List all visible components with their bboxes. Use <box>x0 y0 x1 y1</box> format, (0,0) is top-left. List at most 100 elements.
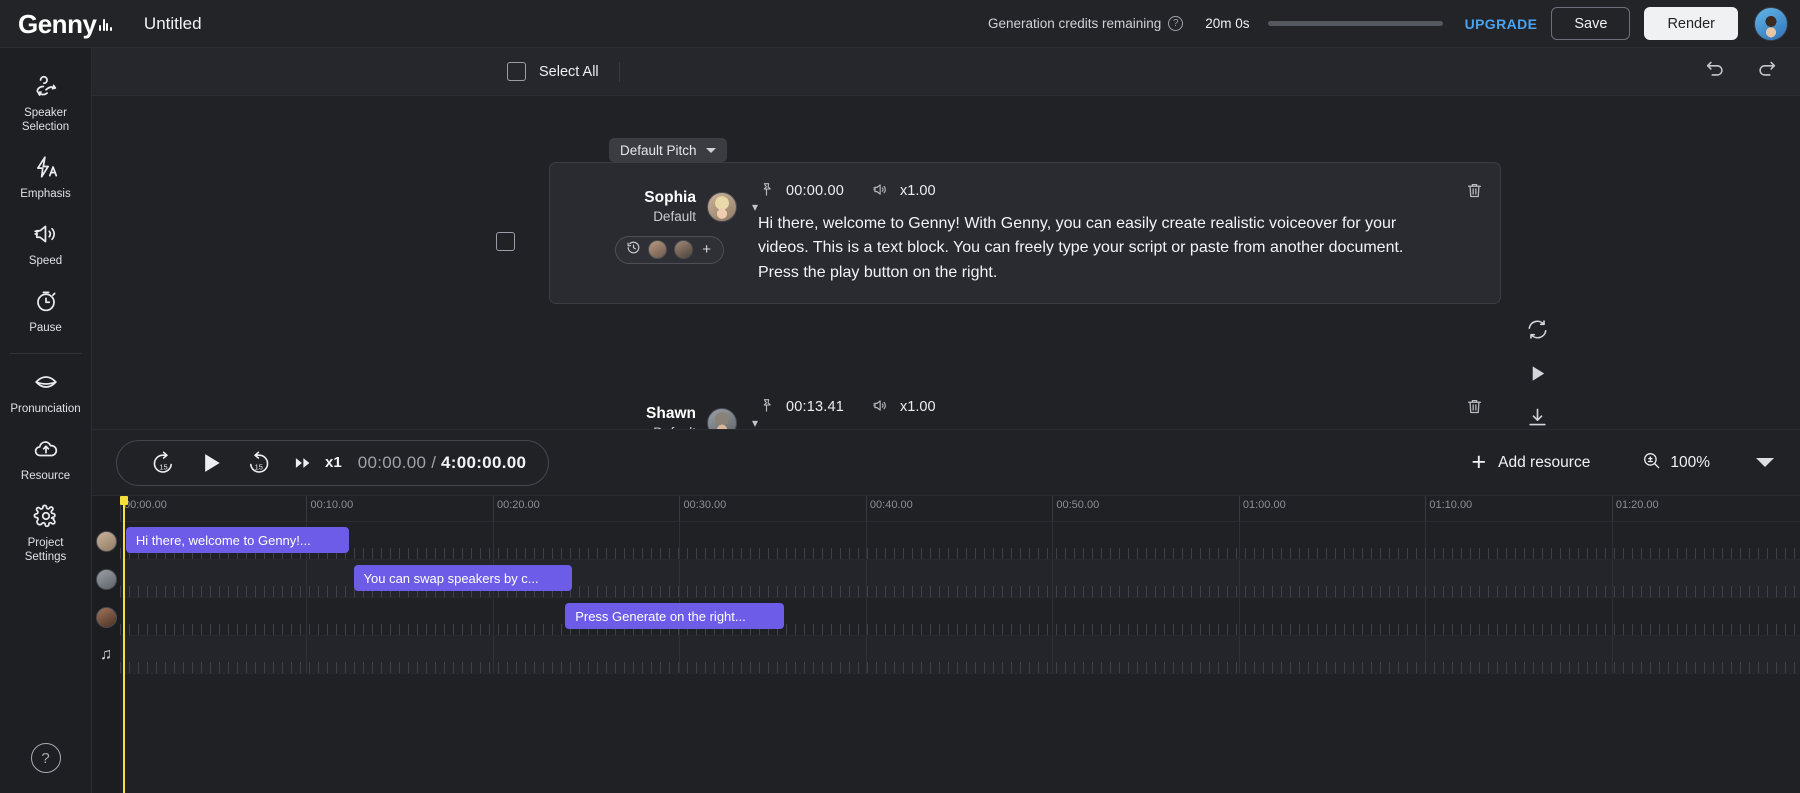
upgrade-link[interactable]: UPGRADE <box>1465 16 1538 32</box>
project-title[interactable]: Untitled <box>144 14 202 34</box>
track-avatar-row: ♫ <box>92 636 120 674</box>
lips-icon <box>33 369 59 395</box>
rewind-15-icon[interactable]: 15 <box>139 451 187 475</box>
redo-icon[interactable] <box>1756 58 1778 85</box>
block-timestamp: 00:13.41 <box>786 399 844 415</box>
play-button[interactable] <box>187 450 235 476</box>
undo-icon[interactable] <box>1704 58 1726 85</box>
fast-forward-icon[interactable] <box>283 454 323 472</box>
script-toolbar: Select All <box>92 48 1800 96</box>
credits-label: Generation credits remaining <box>988 16 1161 31</box>
volume-icon[interactable] <box>872 181 889 201</box>
sophia-avatar <box>96 531 117 552</box>
block-checkbox[interactable] <box>496 232 515 251</box>
app-body: SpeakerSelection Emphasis Speed <box>0 48 1800 793</box>
speaker-selector[interactable]: Shawn Default ▾ <box>550 379 758 429</box>
sidebar-item-label: Pause <box>29 321 62 335</box>
timeline-track[interactable]: You can swap speakers by c... <box>120 560 1800 598</box>
sidebar-item-emphasis[interactable]: Emphasis <box>0 143 92 210</box>
playback-speed-label[interactable]: x1 <box>325 454 342 471</box>
sidebar-item-speaker-selection[interactable]: SpeakerSelection <box>0 62 92 143</box>
zoom-control[interactable]: 100% <box>1642 451 1710 475</box>
zoom-level: 100% <box>1670 454 1710 472</box>
speaker-main[interactable]: Shawn Default ▾ <box>646 405 758 429</box>
emotion-avatar[interactable] <box>674 240 693 259</box>
audio-wave-icon <box>99 15 112 31</box>
save-button[interactable]: Save <box>1551 7 1630 40</box>
history-icon[interactable] <box>626 240 641 260</box>
timeline-clip[interactable]: Hi there, welcome to Genny!... <box>126 527 349 553</box>
pitch-dropdown-label: Default Pitch <box>620 143 697 158</box>
select-all-checkbox[interactable] <box>507 62 526 81</box>
avatar[interactable] <box>1754 7 1788 41</box>
render-button[interactable]: Render <box>1644 7 1738 40</box>
waveform <box>120 624 1800 635</box>
script-block: Shawn Default ▾ <box>92 366 1800 429</box>
regenerate-icon[interactable] <box>1526 318 1549 346</box>
ruler-tick-label: 00:30.00 <box>679 499 726 511</box>
playhead-knob[interactable] <box>120 496 128 505</box>
delete-block-button[interactable] <box>1465 379 1500 421</box>
block-text[interactable]: You can swap speakers by clicking on the… <box>758 428 1443 429</box>
waveform <box>120 548 1800 559</box>
forward-15-icon[interactable]: 15 <box>235 451 283 475</box>
left-sidebar: SpeakerSelection Emphasis Speed <box>0 48 92 793</box>
timeline-body[interactable]: 00:00.00 00:10.00 00:20.00 00:30.00 00:4… <box>120 496 1800 793</box>
ruler-tick-label: 01:20.00 <box>1612 499 1659 511</box>
sidebar-bottom: ? <box>31 743 61 793</box>
block-text[interactable]: Hi there, welcome to Genny! With Genny, … <box>758 212 1443 285</box>
app-header: Genny Untitled Generation credits remain… <box>0 0 1800 48</box>
pitch-dropdown[interactable]: Default Pitch <box>609 138 727 162</box>
speaker-names: Shawn Default <box>646 405 696 429</box>
speaker-swap-icon <box>33 73 59 99</box>
block-timestamp: 00:00.00 <box>786 183 844 199</box>
timeline-track[interactable]: Hi there, welcome to Genny!... <box>120 522 1800 560</box>
ruler-tick-label: 00:40.00 <box>866 499 913 511</box>
delete-block-button[interactable] <box>1465 163 1500 205</box>
sidebar-item-speed[interactable]: Speed <box>0 210 92 277</box>
timeline-ruler[interactable]: 00:00.00 00:10.00 00:20.00 00:30.00 00:4… <box>120 496 1800 522</box>
script-editor: Default Pitch Sophia Default <box>92 96 1800 429</box>
emotion-presets-pill[interactable]: + <box>615 236 724 264</box>
sidebar-item-pronunciation[interactable]: Pronunciation <box>0 358 92 425</box>
speaker-avatar[interactable] <box>707 408 737 429</box>
app-root: Genny Untitled Generation credits remain… <box>0 0 1800 793</box>
timeline-clip[interactable]: Press Generate on the right... <box>565 603 783 629</box>
sidebar-item-resource[interactable]: Resource <box>0 425 92 492</box>
add-emotion-icon[interactable]: + <box>700 242 713 257</box>
sidebar-item-label: Pronunciation <box>10 402 80 416</box>
chevron-down-icon <box>706 148 716 153</box>
speaker-avatar[interactable] <box>707 192 737 222</box>
block-meta: 00:13.41 x1.00 <box>758 397 1443 417</box>
question-mark-icon[interactable]: ? <box>1168 16 1183 31</box>
add-resource-button[interactable]: + Add resource <box>1472 450 1591 475</box>
select-all-group[interactable]: Select All <box>507 62 599 81</box>
sidebar-item-label: SpeakerSelection <box>22 106 69 134</box>
speaker-selector[interactable]: Sophia Default ▾ <box>550 163 758 264</box>
timeline-track[interactable] <box>120 636 1800 674</box>
zoom-icon <box>1642 451 1661 475</box>
waveform <box>120 662 1800 673</box>
speaker-main[interactable]: Sophia Default ▾ <box>644 189 758 226</box>
time-separator: / <box>431 453 436 473</box>
undo-redo-group <box>1704 58 1778 85</box>
emotion-avatar[interactable] <box>648 240 667 259</box>
timeline-track-gutter: ♫ <box>92 496 120 793</box>
volume-icon[interactable] <box>872 397 889 417</box>
pin-icon[interactable] <box>758 181 775 201</box>
svg-text:15: 15 <box>159 462 167 471</box>
timeline-track[interactable]: Press Generate on the right... <box>120 598 1800 636</box>
emphasis-bolt-icon <box>33 154 59 180</box>
block-card: Shawn Default ▾ <box>549 378 1501 429</box>
sidebar-item-project-settings[interactable]: ProjectSettings <box>0 492 92 573</box>
pin-icon[interactable] <box>758 397 775 417</box>
brand-logo[interactable]: Genny <box>18 11 112 37</box>
speaker-style: Default <box>646 424 696 429</box>
ruler-tick-label: 00:50.00 <box>1052 499 1099 511</box>
chevron-down-icon[interactable] <box>1756 458 1774 467</box>
playhead[interactable] <box>123 496 125 793</box>
sidebar-item-pause[interactable]: Pause <box>0 277 92 344</box>
track-avatar-row <box>92 522 120 560</box>
help-icon[interactable]: ? <box>31 743 61 773</box>
timeline-clip[interactable]: You can swap speakers by c... <box>354 565 572 591</box>
